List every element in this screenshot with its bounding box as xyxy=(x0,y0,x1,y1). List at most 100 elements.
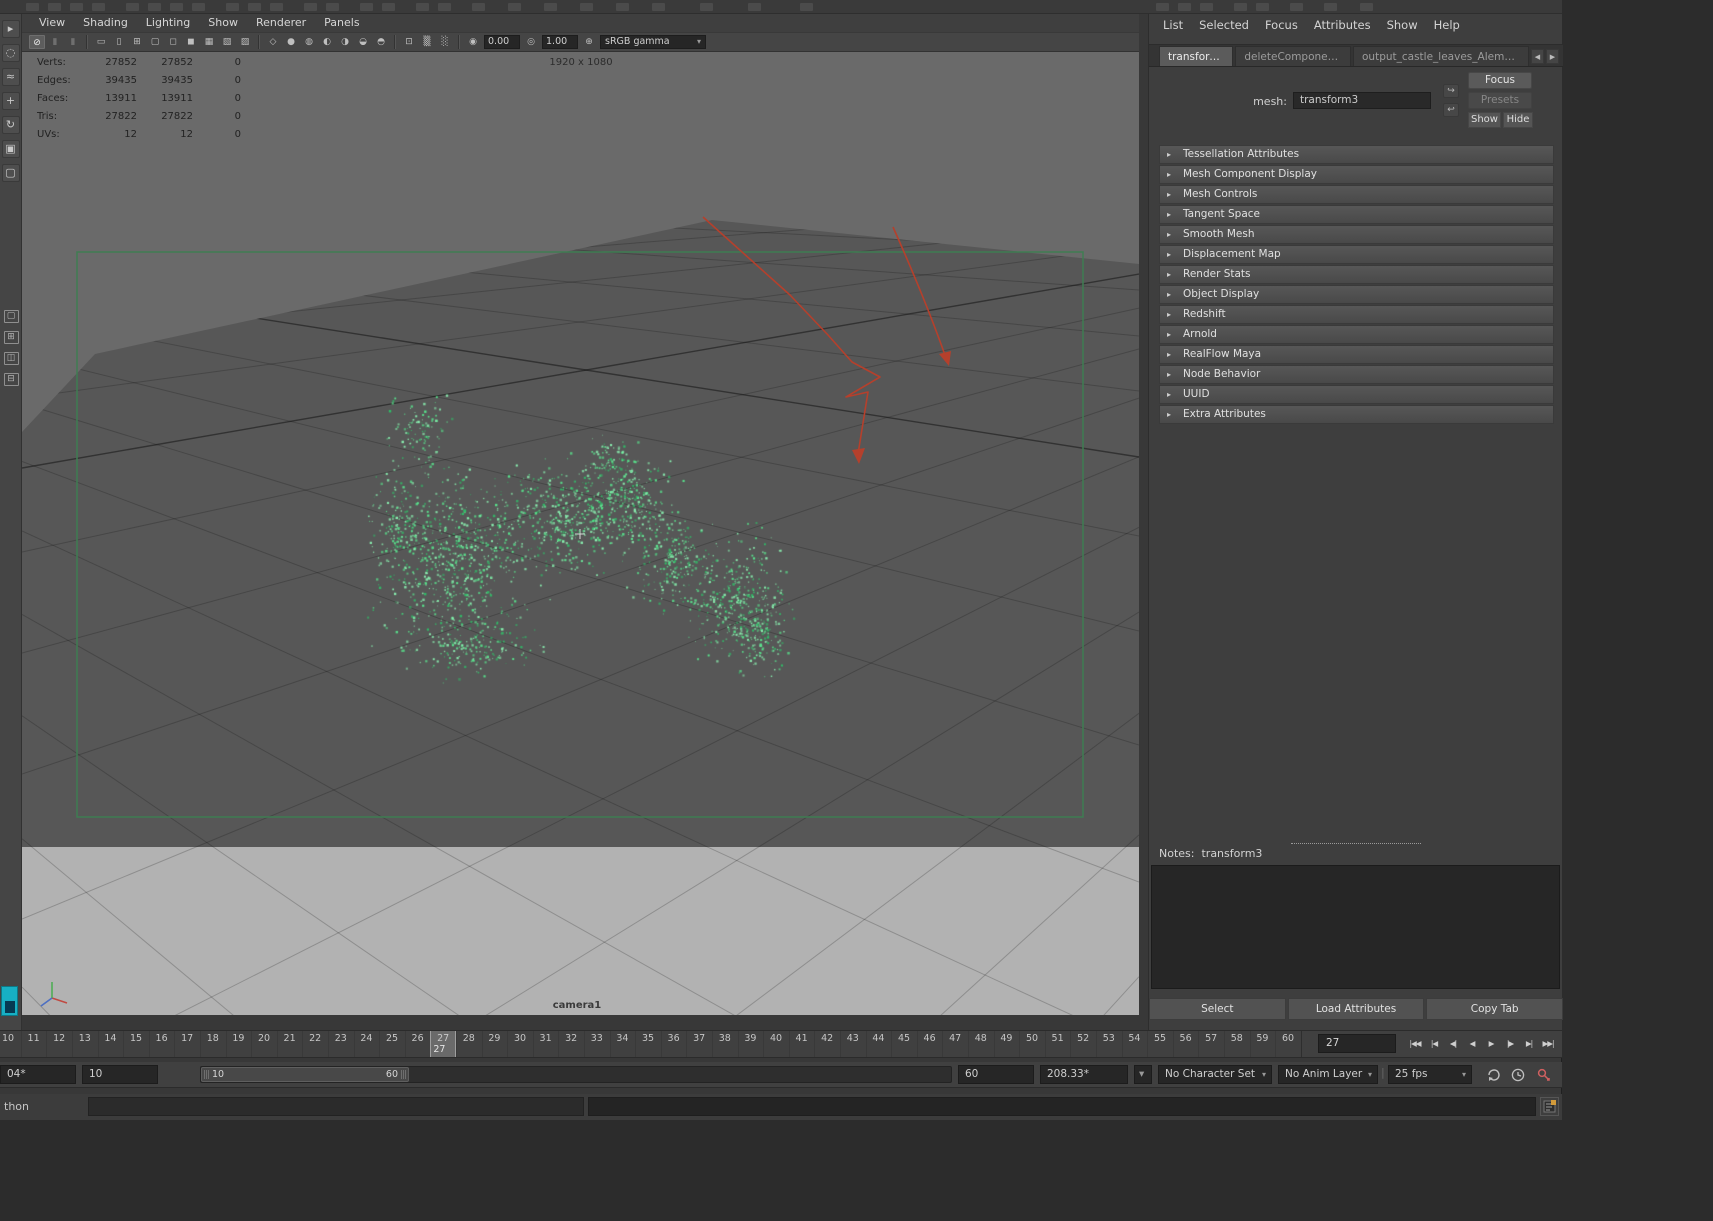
viewport-menu-renderer[interactable]: Renderer xyxy=(247,14,315,32)
layout-three-pane-icon[interactable]: ⊟ xyxy=(3,373,19,386)
image-plane-icon[interactable]: ▭ xyxy=(93,35,109,49)
ae-section-tessellation-attributes[interactable]: ▸ Tessellation Attributes xyxy=(1159,145,1554,164)
animation-start-field[interactable]: 04* xyxy=(0,1065,76,1084)
viewport-menu-view[interactable]: View xyxy=(30,14,74,32)
loop-playback-icon[interactable] xyxy=(1486,1067,1502,1083)
ae-menu-attributes[interactable]: Attributes xyxy=(1306,18,1379,32)
ae-menu-help[interactable]: Help xyxy=(1426,18,1468,32)
ae-menu-list[interactable]: List xyxy=(1155,18,1191,32)
ae-menu-focus[interactable]: Focus xyxy=(1257,18,1306,32)
input-connection-icon[interactable]: ↪ xyxy=(1443,84,1459,98)
safe-title-icon[interactable]: ▨ xyxy=(237,35,253,49)
fps-dropdown[interactable]: 25 fps ▾ xyxy=(1388,1065,1472,1084)
ae-menu-selected[interactable]: Selected xyxy=(1191,18,1257,32)
play-forwards-button[interactable]: ▶ xyxy=(1482,1033,1500,1055)
viewport-menu-show[interactable]: Show xyxy=(199,14,247,32)
wireframe-icon[interactable]: ◇ xyxy=(265,35,281,49)
notes-divider[interactable] xyxy=(1291,843,1421,844)
xray-icon[interactable]: ▒ xyxy=(419,35,435,49)
layout-four-pane-icon[interactable]: ⊞ xyxy=(3,331,19,344)
playback-start-field[interactable]: 10 xyxy=(82,1065,158,1084)
ae-menu-show[interactable]: Show xyxy=(1379,18,1426,32)
go-to-end-button[interactable]: ▶▶| xyxy=(1539,1033,1557,1055)
step-forward-key-button[interactable]: |▶ xyxy=(1501,1033,1519,1055)
command-language-label[interactable]: thon xyxy=(4,1094,29,1120)
ae-section-smooth-mesh[interactable]: ▸ Smooth Mesh xyxy=(1159,225,1554,244)
viewport-menu-panels[interactable]: Panels xyxy=(315,14,368,32)
ae-section-extra-attributes[interactable]: ▸ Extra Attributes xyxy=(1159,405,1554,424)
playback-options-caret[interactable]: ▾ xyxy=(1134,1065,1152,1084)
range-grip-left-icon[interactable] xyxy=(204,1070,209,1079)
ae-section-realflow-maya[interactable]: ▸ RealFlow Maya xyxy=(1159,345,1554,364)
notes-textarea[interactable] xyxy=(1151,865,1560,989)
auto-keyframe-icon[interactable] xyxy=(1536,1067,1552,1083)
range-slider-handle[interactable]: 10 60 xyxy=(201,1067,409,1082)
select-tool-icon[interactable]: ▸ xyxy=(1,20,20,38)
animation-preferences-clock-icon[interactable] xyxy=(1510,1067,1526,1083)
ae-section-arnold[interactable]: ▸ Arnold xyxy=(1159,325,1554,344)
range-slider-track[interactable]: 10 60 xyxy=(200,1066,952,1083)
play-backwards-button[interactable]: ◀ xyxy=(1463,1033,1481,1055)
output-connection-icon[interactable]: ↩ xyxy=(1443,103,1459,117)
ae-tab-output-castle-leaves-alembicnode[interactable]: output_castle_leaves_AlembicNode xyxy=(1353,46,1529,66)
ae-section-displacement-map[interactable]: ▸ Displacement Map xyxy=(1159,245,1554,264)
occlusion-icon[interactable]: ◒ xyxy=(355,35,371,49)
isolate-select-icon[interactable]: ⊡ xyxy=(401,35,417,49)
ae-section-mesh-component-display[interactable]: ▸ Mesh Component Display xyxy=(1159,165,1554,184)
step-back-frame-button[interactable]: |◀ xyxy=(1425,1033,1443,1055)
step-back-key-button[interactable]: ◀| xyxy=(1444,1033,1462,1055)
shadows-icon[interactable]: ◑ xyxy=(337,35,353,49)
command-input-field[interactable] xyxy=(88,1097,584,1116)
color-management-icon[interactable]: ⊕ xyxy=(581,35,597,49)
safe-action-icon[interactable]: ▧ xyxy=(219,35,235,49)
gamma-field[interactable]: 1.00 xyxy=(542,35,578,49)
motion-blur-icon[interactable]: ◓ xyxy=(373,35,389,49)
ae-section-uuid[interactable]: ▸ UUID xyxy=(1159,385,1554,404)
move-tool-icon[interactable]: + xyxy=(1,92,20,110)
lasso-select-tool-icon[interactable]: ◌ xyxy=(1,44,20,62)
load-attributes-button[interactable]: Load Attributes xyxy=(1287,998,1425,1020)
ae-section-node-behavior[interactable]: ▸ Node Behavior xyxy=(1159,365,1554,384)
anim-layer-dropdown[interactable]: No Anim Layer ▾ xyxy=(1278,1065,1378,1084)
viewport-menu-lighting[interactable]: Lighting xyxy=(137,14,199,32)
exposure-icon[interactable]: ◉ xyxy=(465,35,481,49)
tab-scroll-left-icon[interactable]: ◀ xyxy=(1531,49,1544,64)
joint-xray-icon[interactable]: ░ xyxy=(437,35,453,49)
last-tool-icon[interactable]: ▢ xyxy=(1,164,20,182)
textured-icon[interactable]: ◍ xyxy=(301,35,317,49)
layout-two-pane-icon[interactable]: ◫ xyxy=(3,352,19,365)
presets-button[interactable]: Presets xyxy=(1468,92,1532,109)
layout-single-pane-icon[interactable]: ▢ xyxy=(3,310,19,323)
paint-select-tool-icon[interactable]: ≈ xyxy=(1,68,20,86)
marker-b-icon[interactable]: ▮ xyxy=(65,35,81,49)
tab-scroll-right-icon[interactable]: ▶ xyxy=(1546,49,1559,64)
snap-off-icon[interactable]: ⊘ xyxy=(29,35,45,49)
camera-bookmark-icon[interactable]: ▯ xyxy=(111,35,127,49)
focus-button[interactable]: Focus xyxy=(1468,72,1532,89)
film-gate-icon[interactable]: ▢ xyxy=(147,35,163,49)
rotate-tool-icon[interactable]: ↻ xyxy=(1,116,20,134)
playback-end-field[interactable]: 60 xyxy=(958,1065,1034,1084)
field-chart-icon[interactable]: ▦ xyxy=(201,35,217,49)
viewport-menu-shading[interactable]: Shading xyxy=(74,14,137,32)
script-editor-button[interactable] xyxy=(1540,1097,1559,1116)
current-frame-field[interactable]: 27 xyxy=(1318,1034,1396,1053)
hide-button[interactable]: Hide xyxy=(1503,112,1533,128)
character-set-dropdown[interactable]: No Character Set ▾ xyxy=(1158,1065,1272,1084)
animation-end-field[interactable]: 208.33* xyxy=(1040,1065,1128,1084)
scale-tool-icon[interactable]: ▣ xyxy=(1,140,20,158)
ae-tab-transform3[interactable]: transform3 xyxy=(1159,46,1234,66)
viewport-canvas[interactable]: Verts: 27852 27852 0 Edges: 39435 39435 0 Faces:… xyxy=(22,52,1139,1015)
shaded-icon[interactable]: ● xyxy=(283,35,299,49)
exposure-field[interactable]: 0.00 xyxy=(484,35,520,49)
marker-a-icon[interactable]: ▮ xyxy=(47,35,63,49)
step-forward-frame-button[interactable]: ▶| xyxy=(1520,1033,1538,1055)
layout-swatch-icon[interactable] xyxy=(1,986,18,1016)
ae-section-object-display[interactable]: ▸ Object Display xyxy=(1159,285,1554,304)
ae-section-tangent-space[interactable]: ▸ Tangent Space xyxy=(1159,205,1554,224)
ae-section-render-stats[interactable]: ▸ Render Stats xyxy=(1159,265,1554,284)
ae-tab-deletecomponent1[interactable]: deleteComponent1 xyxy=(1235,46,1351,66)
node-name-field[interactable]: transform3 xyxy=(1293,92,1431,109)
range-grip-right-icon[interactable] xyxy=(401,1070,406,1079)
go-to-start-button[interactable]: |◀◀ xyxy=(1406,1033,1424,1055)
